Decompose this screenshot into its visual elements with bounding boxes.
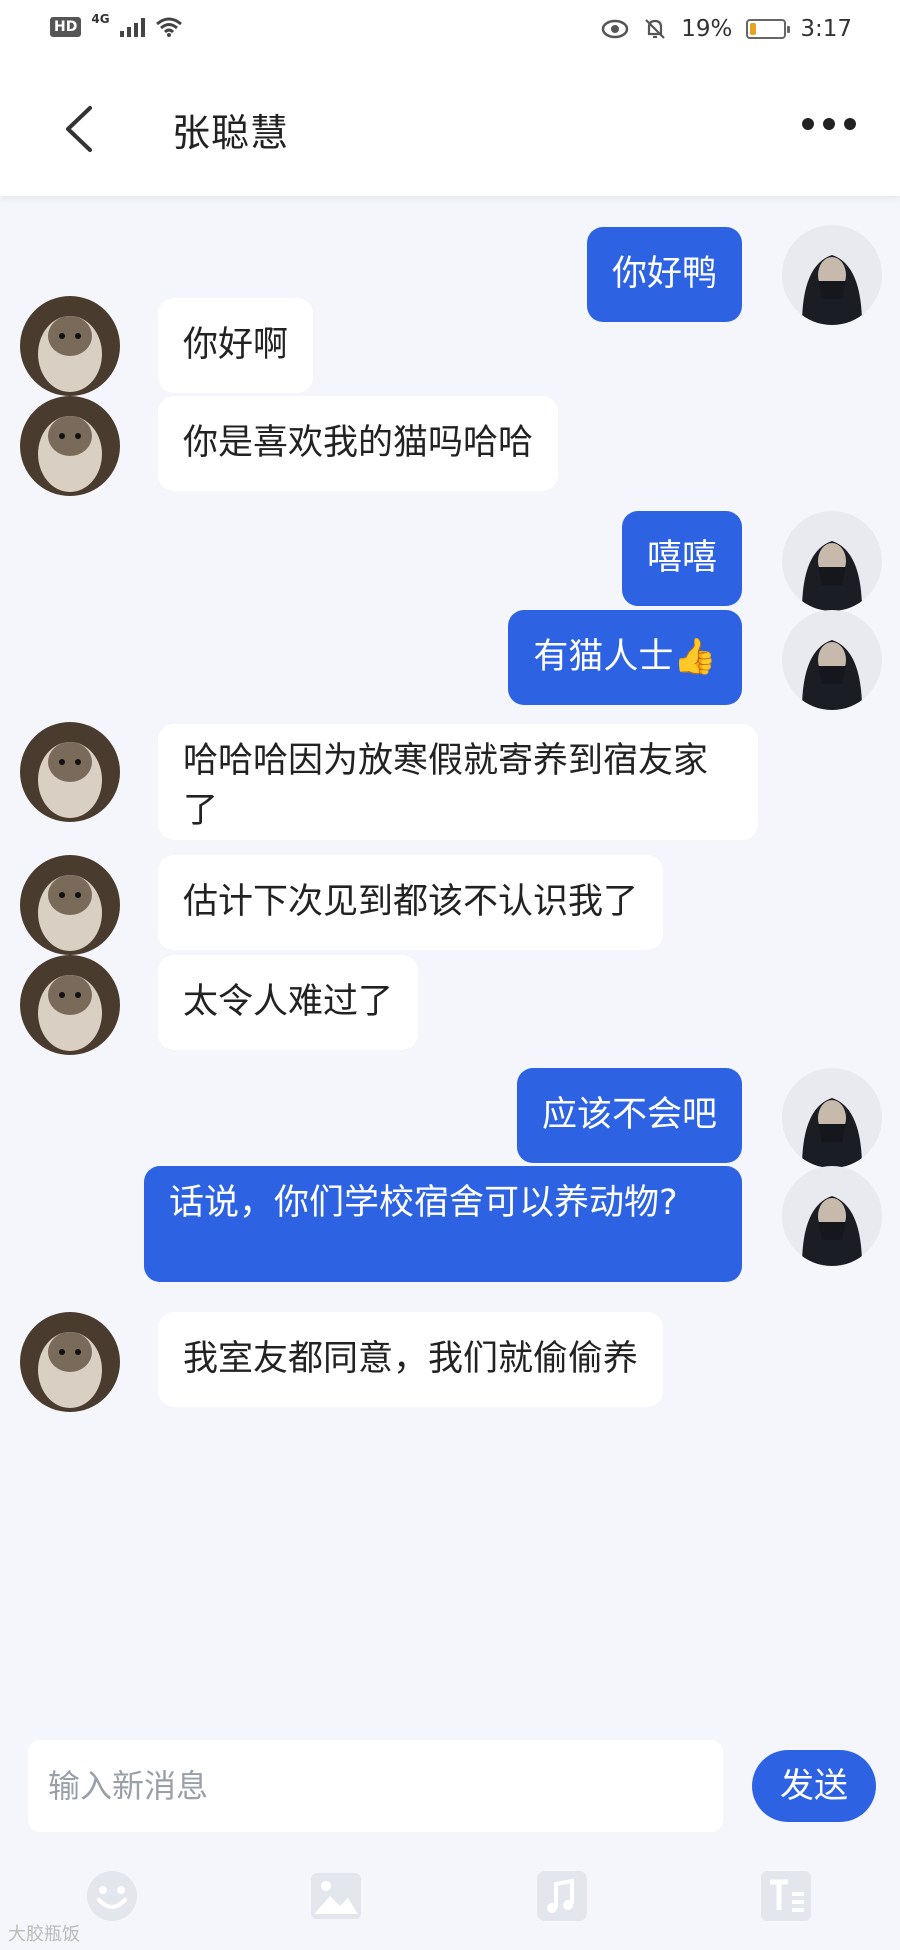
hd-indicator: HD [50, 17, 82, 37]
signal-icon [119, 17, 145, 37]
chat-header: 张聪慧 [0, 62, 900, 196]
outgoing-bubble[interactable]: 话说，你们学校宿舍可以养动物? [144, 1166, 742, 1282]
outgoing-bubble[interactable]: 你好鸭 [586, 227, 742, 322]
more-dots-icon [802, 118, 814, 130]
contact-avatar[interactable] [20, 855, 120, 955]
self-avatar[interactable] [782, 610, 882, 710]
watermark: 大胶瓶饭 [8, 1924, 80, 1945]
incoming-bubble[interactable]: 太令人难过了 [158, 955, 419, 1050]
battery-level [750, 23, 757, 35]
message-list[interactable]: 你好鸭 你好啊 你是喜欢我的猫吗哈哈 嘻嘻 有猫人士👍 哈哈哈因为放寒假就寄养到… [0, 200, 900, 1730]
outgoing-bubble[interactable]: 应该不会吧 [516, 1068, 742, 1163]
image-icon[interactable] [308, 1868, 364, 1924]
send-button[interactable]: 发送 [752, 1750, 876, 1822]
self-avatar[interactable] [782, 225, 882, 325]
contact-avatar[interactable] [20, 722, 120, 822]
bell-muted-icon [645, 19, 665, 39]
wifi-icon [155, 17, 182, 37]
contact-avatar[interactable] [20, 1312, 120, 1412]
back-button[interactable] [60, 102, 110, 156]
self-avatar[interactable] [782, 511, 882, 611]
network-type: 4G [91, 12, 110, 26]
contact-name: 张聪慧 [172, 111, 290, 155]
outgoing-bubble[interactable]: 嘻嘻 [621, 511, 742, 606]
text-format-icon[interactable] [758, 1868, 814, 1924]
incoming-bubble[interactable]: 估计下次见到都该不认识我了 [158, 855, 664, 950]
eye-icon [601, 19, 629, 39]
incoming-bubble[interactable]: 哈哈哈因为放寒假就寄养到宿友家了 [158, 724, 758, 840]
clock: 3:17 [800, 16, 852, 42]
contact-avatar[interactable] [20, 296, 120, 396]
battery-icon [746, 19, 791, 39]
bottom-toolbar [0, 1840, 900, 1950]
contact-avatar[interactable] [20, 396, 120, 496]
chevron-left-icon [66, 106, 92, 152]
message-input[interactable]: 输入新消息 [28, 1740, 723, 1832]
self-avatar[interactable] [782, 1166, 882, 1266]
composer: 输入新消息 发送 [0, 1730, 900, 1840]
outgoing-bubble[interactable]: 有猫人士👍 [508, 610, 742, 705]
emoji-icon[interactable] [84, 1868, 140, 1924]
incoming-bubble[interactable]: 你是喜欢我的猫吗哈哈 [158, 396, 559, 491]
incoming-bubble[interactable]: 我室友都同意，我们就偷偷养 [158, 1312, 664, 1407]
incoming-bubble[interactable]: 你好啊 [158, 298, 314, 393]
more-options-button[interactable] [802, 118, 856, 130]
self-avatar[interactable] [782, 1068, 882, 1168]
contact-avatar[interactable] [20, 955, 120, 1055]
status-bar: HD 4G 19% 3:17 [0, 0, 900, 62]
battery-percent: 19% [681, 16, 733, 42]
music-icon[interactable] [534, 1868, 590, 1924]
